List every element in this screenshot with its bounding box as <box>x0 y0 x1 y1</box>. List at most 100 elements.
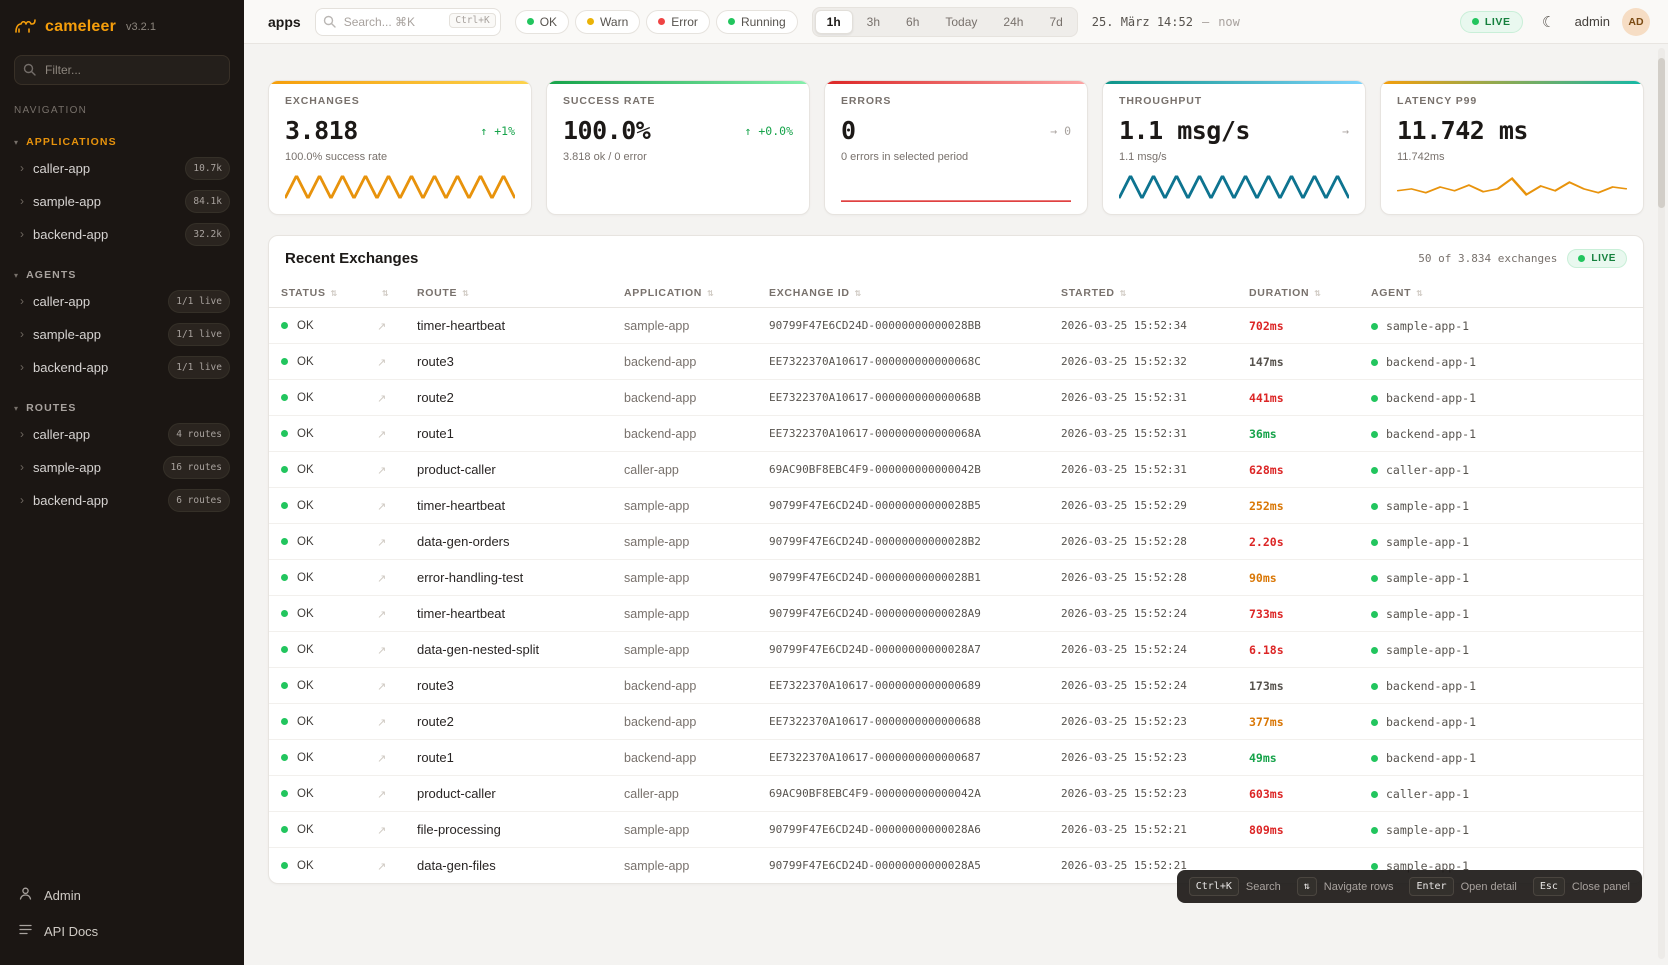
sidebar-item-caller-app[interactable]: › caller-app 10.7k <box>0 152 244 185</box>
chevron-right-icon: › <box>20 193 24 210</box>
row-duration: 628ms <box>1237 452 1359 488</box>
scrollbar[interactable] <box>1658 48 1665 959</box>
time-range-7d[interactable]: 7d <box>1037 10 1074 34</box>
sidebar-item-admin[interactable]: Admin <box>14 879 230 911</box>
logo[interactable]: cameleer v3.2.1 <box>0 0 244 51</box>
table-row[interactable]: OK ↗ data-gen-orders sample-app 90799F47… <box>269 524 1643 560</box>
agent-dot-icon <box>1371 431 1378 438</box>
status-dot-icon <box>281 466 288 473</box>
row-duration: 90ms <box>1237 560 1359 596</box>
row-route: product-caller <box>405 452 612 488</box>
col-agent[interactable]: AGENT⇅ <box>1359 279 1643 308</box>
time-range-6h[interactable]: 6h <box>894 10 931 34</box>
trend-arrow-icon[interactable]: ↗ <box>377 716 386 729</box>
trend-arrow-icon[interactable]: ↗ <box>377 608 386 621</box>
table-row[interactable]: OK ↗ route2 backend-app EE7322370A10617-… <box>269 380 1643 416</box>
col-application[interactable]: APPLICATION⇅ <box>612 279 757 308</box>
hint-label: Search <box>1246 881 1281 893</box>
sidebar-item-backend-app[interactable]: › backend-app 1/1 live <box>0 351 244 384</box>
col-route[interactable]: ROUTE⇅ <box>405 279 612 308</box>
live-toggle[interactable]: LIVE <box>1460 11 1523 33</box>
status-chip-error[interactable]: Error <box>646 10 710 34</box>
time-range-today[interactable]: Today <box>933 10 989 34</box>
col-started[interactable]: STARTED⇅ <box>1049 279 1237 308</box>
sidebar-item-label: sample-app <box>33 193 101 210</box>
trend-arrow-icon[interactable]: ↗ <box>377 536 386 549</box>
col-status[interactable]: STATUS⇅ <box>269 279 365 308</box>
avatar[interactable]: AD <box>1622 8 1650 36</box>
sidebar-item-backend-app[interactable]: › backend-app 32.2k <box>0 218 244 251</box>
kpi-card-trend: ↑ +0.0% <box>745 124 793 138</box>
status-chip-running[interactable]: Running <box>716 10 798 34</box>
row-application: sample-app <box>612 596 757 632</box>
trend-arrow-icon[interactable]: ↗ <box>377 572 386 585</box>
col-open[interactable]: ⇅ <box>365 279 405 308</box>
dark-mode-toggle[interactable]: ☾ <box>1535 8 1563 36</box>
panel-live-toggle[interactable]: LIVE <box>1567 249 1627 268</box>
section-header-applications[interactable]: ▾ APPLICATIONS <box>0 132 244 152</box>
time-range-24h[interactable]: 24h <box>991 10 1035 34</box>
row-duration: 6.18s <box>1237 632 1359 668</box>
table-row[interactable]: OK ↗ product-caller caller-app 69AC90BF8… <box>269 776 1643 812</box>
status-chip-warn[interactable]: Warn <box>575 10 640 34</box>
row-route: timer-heartbeat <box>405 308 612 344</box>
trend-arrow-icon[interactable]: ↗ <box>377 428 386 441</box>
sidebar-filter-input[interactable] <box>14 55 230 85</box>
table-row[interactable]: OK ↗ route3 backend-app EE7322370A10617-… <box>269 344 1643 380</box>
trend-arrow-icon[interactable]: ↗ <box>377 356 386 369</box>
trend-arrow-icon[interactable]: ↗ <box>377 824 386 837</box>
row-status: OK <box>297 716 314 728</box>
status-chip-ok[interactable]: OK <box>515 10 569 34</box>
trend-arrow-icon[interactable]: ↗ <box>377 500 386 513</box>
table-row[interactable]: OK ↗ route1 backend-app EE7322370A10617-… <box>269 740 1643 776</box>
exchanges-table-head-row: STATUS⇅⇅ROUTE⇅APPLICATION⇅EXCHANGE ID⇅ST… <box>269 279 1643 308</box>
trend-arrow-icon[interactable]: ↗ <box>377 644 386 657</box>
table-row[interactable]: OK ↗ data-gen-nested-split sample-app 90… <box>269 632 1643 668</box>
row-started: 2026-03-25 15:52:31 <box>1049 452 1237 488</box>
trend-arrow-icon[interactable]: ↗ <box>377 392 386 405</box>
agent-dot-icon <box>1371 359 1378 366</box>
sidebar-item-api-docs[interactable]: API Docs <box>14 915 230 947</box>
col-duration[interactable]: DURATION⇅ <box>1237 279 1359 308</box>
sidebar-item-backend-app[interactable]: › backend-app 6 routes <box>0 484 244 517</box>
table-row[interactable]: OK ↗ route3 backend-app EE7322370A10617-… <box>269 668 1643 704</box>
row-route: route1 <box>405 740 612 776</box>
sidebar-item-label: sample-app <box>33 459 101 476</box>
table-row[interactable]: OK ↗ timer-heartbeat sample-app 90799F47… <box>269 488 1643 524</box>
trend-arrow-icon[interactable]: ↗ <box>377 752 386 765</box>
table-row[interactable]: OK ↗ timer-heartbeat sample-app 90799F47… <box>269 596 1643 632</box>
sidebar-item-badge: 10.7k <box>185 157 230 180</box>
col-exchange-id[interactable]: EXCHANGE ID⇅ <box>757 279 1049 308</box>
section-header-routes[interactable]: ▾ ROUTES <box>0 398 244 418</box>
hint-label: Navigate rows <box>1324 881 1394 893</box>
row-status: OK <box>297 608 314 620</box>
column-label: APPLICATION <box>624 287 702 299</box>
sidebar-item-sample-app[interactable]: › sample-app 16 routes <box>0 451 244 484</box>
trend-arrow-icon[interactable]: ↗ <box>377 320 386 333</box>
row-application: backend-app <box>612 416 757 452</box>
chip-label: Warn <box>600 15 628 29</box>
trend-arrow-icon[interactable]: ↗ <box>377 464 386 477</box>
sidebar-item-caller-app[interactable]: › caller-app 4 routes <box>0 418 244 451</box>
sidebar-item-sample-app[interactable]: › sample-app 84.1k <box>0 185 244 218</box>
table-row[interactable]: OK ↗ route2 backend-app EE7322370A10617-… <box>269 704 1643 740</box>
scrollbar-thumb[interactable] <box>1658 58 1665 208</box>
time-range-1h[interactable]: 1h <box>815 10 853 34</box>
table-row[interactable]: OK ↗ error-handling-test sample-app 9079… <box>269 560 1643 596</box>
sidebar-item-sample-app[interactable]: › sample-app 1/1 live <box>0 318 244 351</box>
table-row[interactable]: OK ↗ timer-heartbeat sample-app 90799F47… <box>269 308 1643 344</box>
table-row[interactable]: OK ↗ product-caller caller-app 69AC90BF8… <box>269 452 1643 488</box>
sidebar-item-badge: 84.1k <box>185 190 230 213</box>
row-agent: backend-app-1 <box>1386 355 1476 369</box>
sidebar-item-caller-app[interactable]: › caller-app 1/1 live <box>0 285 244 318</box>
column-label: ROUTE <box>417 287 457 299</box>
section-header-agents[interactable]: ▾ AGENTS <box>0 265 244 285</box>
trend-arrow-icon[interactable]: ↗ <box>377 788 386 801</box>
table-row[interactable]: OK ↗ route1 backend-app EE7322370A10617-… <box>269 416 1643 452</box>
time-range-3h[interactable]: 3h <box>855 10 892 34</box>
table-row[interactable]: OK ↗ file-processing sample-app 90799F47… <box>269 812 1643 848</box>
sidebar-item-label: caller-app <box>33 160 90 177</box>
trend-arrow-icon[interactable]: ↗ <box>377 680 386 693</box>
trend-arrow-icon[interactable]: ↗ <box>377 860 386 873</box>
kbd-key: Enter <box>1409 877 1453 896</box>
